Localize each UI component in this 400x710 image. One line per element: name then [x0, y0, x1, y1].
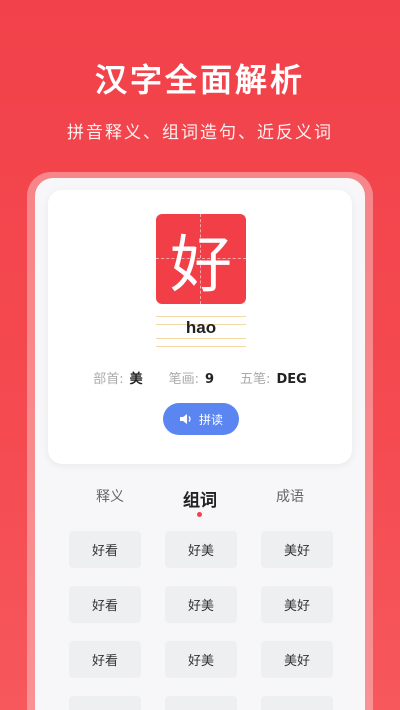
pinyin-text: hao	[185, 318, 217, 337]
word-chip[interactable]: 好看	[69, 641, 141, 678]
strokes-value: 9	[205, 372, 215, 387]
word-chip[interactable]: 好看	[69, 586, 141, 623]
word-chip[interactable]	[69, 696, 141, 710]
read-aloud-label: 拼读	[198, 412, 223, 427]
strokes-info: 笔画: 9	[169, 368, 214, 387]
word-grid: 好看 好美 美好 好看 好美 美好 好看 好美 美好	[69, 531, 333, 710]
speaker-icon	[179, 414, 191, 424]
word-chip[interactable]: 好美	[165, 586, 237, 623]
tab-definition[interactable]: 释义	[80, 486, 140, 516]
word-chip[interactable]: 美好	[261, 531, 333, 568]
word-chip[interactable]: 好看	[69, 531, 141, 568]
radical-value: 美	[129, 372, 143, 387]
word-chip[interactable]	[261, 696, 333, 710]
wubi-label: 五笔:	[240, 372, 271, 387]
promo-subtitle: 拼音释义、组词造句、近反义词	[67, 123, 333, 143]
word-chip[interactable]: 美好	[261, 586, 333, 623]
word-chip[interactable]: 好美	[165, 531, 237, 568]
word-chip[interactable]: 美好	[261, 641, 333, 678]
character-meta: 部首: 美 笔画: 9 五笔: DEG	[48, 368, 352, 387]
strokes-label: 笔画:	[168, 372, 199, 387]
tab-idioms[interactable]: 成语	[260, 486, 320, 516]
character-card: 好 hao 部首: 美 笔画: 9 五笔: DEG 拼读	[48, 190, 352, 464]
radical-info: 部首: 美	[93, 368, 142, 387]
wubi-value: DEG	[276, 372, 307, 387]
radical-label: 部首:	[93, 372, 124, 387]
character-glyph-box: 好	[156, 214, 246, 304]
app-screen: 好 hao 部首: 美 笔画: 9 五笔: DEG 拼读 释义 组词 成语 好看…	[35, 178, 365, 710]
tab-bar: 释义 组词 成语	[35, 486, 365, 517]
wubi-info: 五笔: DEG	[240, 368, 307, 387]
read-aloud-button[interactable]: 拼读	[163, 403, 239, 435]
promo-title: 汉字全面解析	[94, 61, 305, 99]
tab-word-building[interactable]: 组词	[170, 486, 230, 517]
character-glyph: 好	[169, 228, 232, 301]
word-chip[interactable]	[165, 696, 237, 710]
word-chip[interactable]: 好美	[165, 641, 237, 678]
